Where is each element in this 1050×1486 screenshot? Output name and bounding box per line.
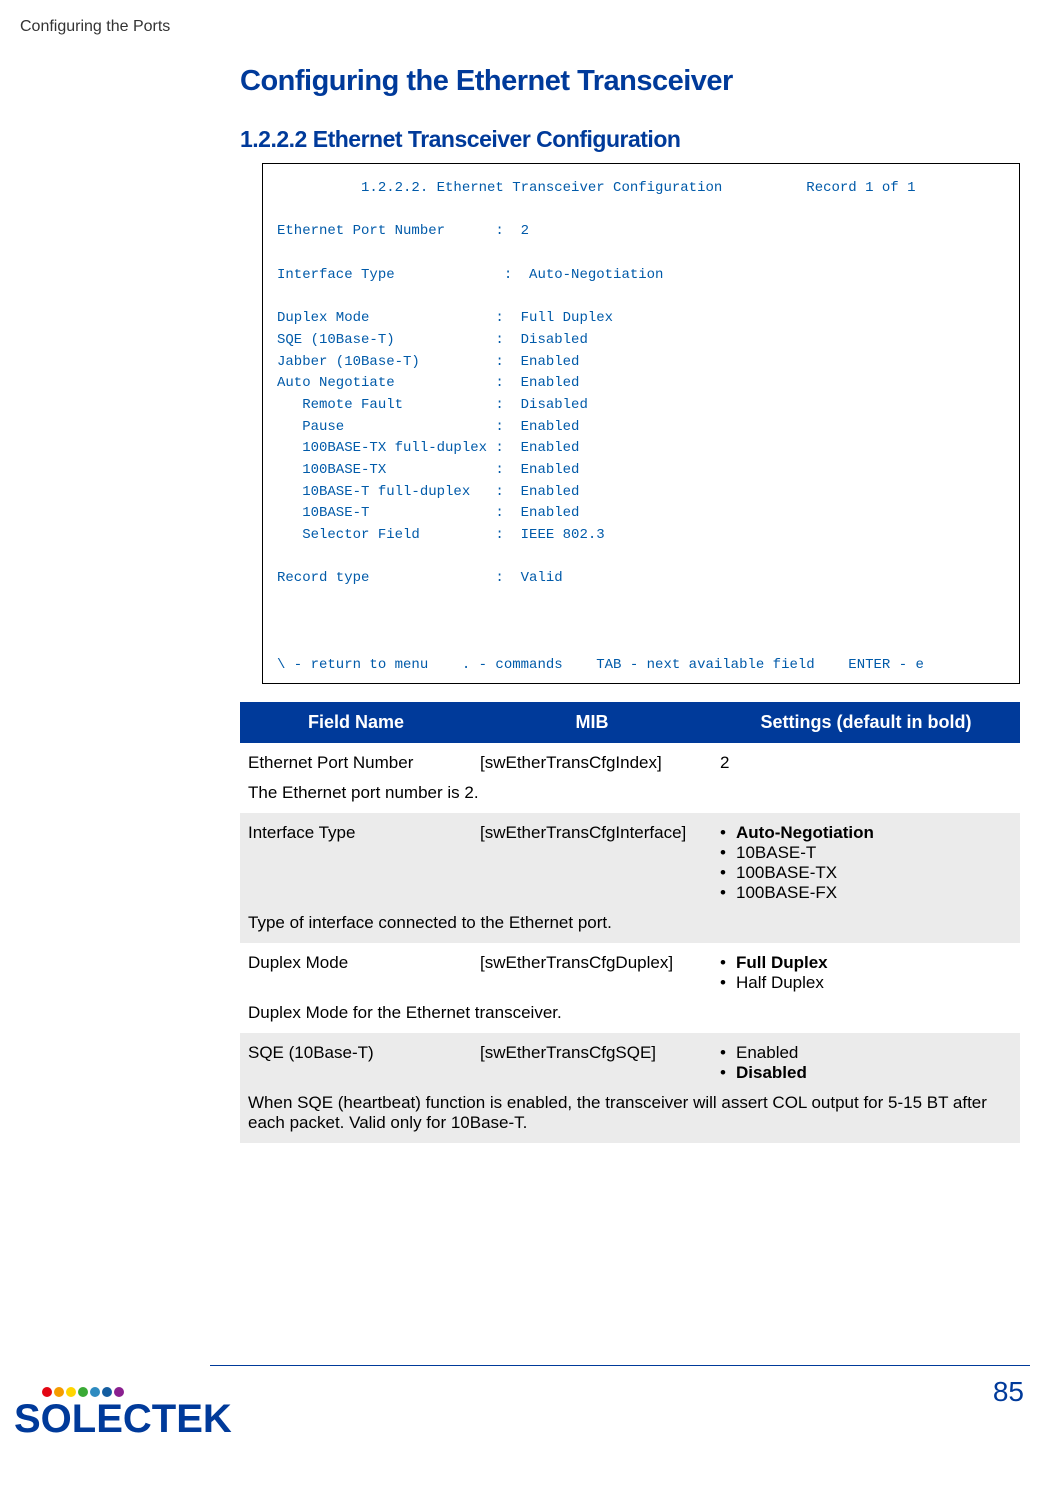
col-header-settings: Settings (default in bold) bbox=[712, 702, 1020, 743]
main-content: Configuring the Ethernet Transceiver 1.2… bbox=[240, 65, 1020, 1143]
terminal-output: 1.2.2.2. Ethernet Transceiver Configurat… bbox=[262, 163, 1020, 684]
heading-2: 1.2.2.2 Ethernet Transceiver Configurati… bbox=[240, 126, 1020, 153]
field-name-cell: Ethernet Port Number bbox=[240, 743, 472, 779]
description-cell: Duplex Mode for the Ethernet transceiver… bbox=[240, 999, 1020, 1033]
mib-cell: [swEtherTransCfgSQE] bbox=[472, 1033, 712, 1089]
page-number: 85 bbox=[993, 1376, 1024, 1408]
field-name-cell: Interface Type bbox=[240, 813, 472, 909]
settings-cell: •Full Duplex•Half Duplex bbox=[712, 943, 1020, 999]
footer-rule bbox=[210, 1365, 1030, 1366]
heading-1: Configuring the Ethernet Transceiver bbox=[240, 65, 1020, 98]
settings-cell: 2 bbox=[712, 743, 1020, 779]
page-footer: SOLECTEK 85 bbox=[10, 1356, 1030, 1446]
breadcrumb: Configuring the Ports bbox=[20, 18, 170, 36]
mib-cell: [swEtherTransCfgDuplex] bbox=[472, 943, 712, 999]
description-cell: When SQE (heartbeat) function is enabled… bbox=[240, 1089, 1020, 1143]
logo: SOLECTEK bbox=[14, 1387, 232, 1442]
description-cell: Type of interface connected to the Ether… bbox=[240, 909, 1020, 943]
col-header-mib: MIB bbox=[472, 702, 712, 743]
settings-cell: •Auto-Negotiation•10BASE-T•100BASE-TX•10… bbox=[712, 813, 1020, 909]
mib-cell: [swEtherTransCfgInterface] bbox=[472, 813, 712, 909]
mib-cell: [swEtherTransCfgIndex] bbox=[472, 743, 712, 779]
col-header-field: Field Name bbox=[240, 702, 472, 743]
settings-cell: •Enabled•Disabled bbox=[712, 1033, 1020, 1089]
logo-dots-icon bbox=[42, 1387, 232, 1397]
field-name-cell: Duplex Mode bbox=[240, 943, 472, 999]
logo-text: SOLECTEK bbox=[14, 1397, 232, 1442]
description-cell: The Ethernet port number is 2. bbox=[240, 779, 1020, 813]
field-table: Field Name MIB Settings (default in bold… bbox=[240, 702, 1020, 1143]
field-name-cell: SQE (10Base-T) bbox=[240, 1033, 472, 1089]
